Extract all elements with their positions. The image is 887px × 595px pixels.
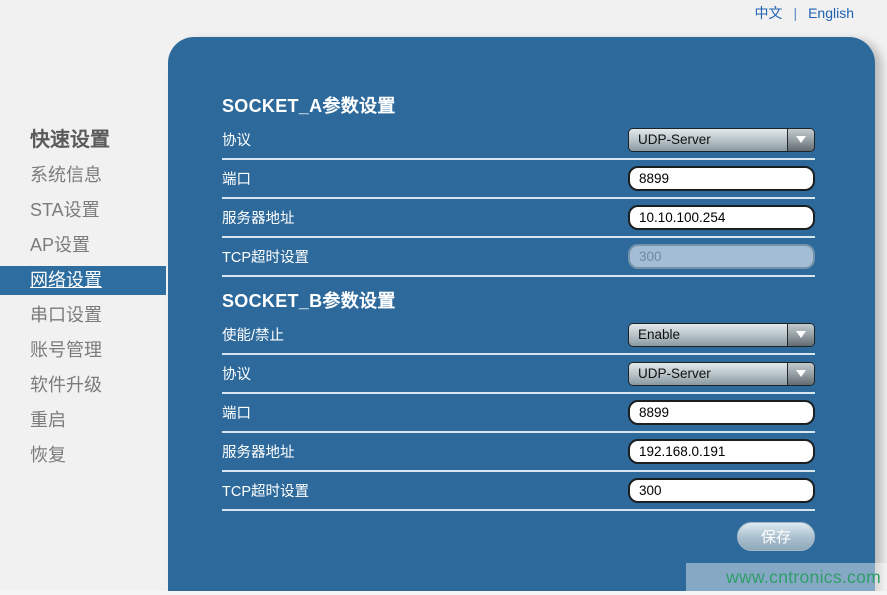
- sidebar-item-label: 恢复: [30, 445, 66, 465]
- sidebar-item[interactable]: AP设置: [0, 228, 166, 263]
- sidebar-item[interactable]: 恢复: [0, 438, 166, 473]
- sidebar-item-label: 快速设置: [30, 129, 110, 151]
- sidebar-item-label: STA设置: [30, 200, 100, 220]
- sidebar-item-label: 账号管理: [30, 340, 102, 360]
- socket-b-section: SOCKET_B参数设置 使能/禁止 Enable 协议: [222, 286, 815, 511]
- field-label: 端口: [222, 168, 628, 189]
- form-row: TCP超时设置 300: [222, 472, 815, 511]
- field-label: 协议: [222, 363, 628, 384]
- language-switcher: 中文 | English: [754, 3, 854, 23]
- form-row: 使能/禁止 Enable: [222, 316, 815, 355]
- triangle-glyph: [796, 136, 806, 143]
- dropdown[interactable]: Enable: [628, 323, 815, 347]
- text-input[interactable]: [628, 439, 815, 464]
- socket-b-title: SOCKET_B参数设置: [222, 286, 815, 316]
- sidebar-nav: 快速设置 系统信息 STA设置 AP设置 网络设置 串口设置 账号管理 软件升级…: [0, 123, 166, 473]
- dropdown[interactable]: UDP-Server: [628, 362, 815, 386]
- sidebar-item-label: 串口设置: [30, 305, 102, 325]
- field-label: TCP超时设置: [222, 480, 628, 501]
- sidebar-item[interactable]: 快速设置: [0, 123, 166, 158]
- save-row: 保存: [222, 511, 815, 551]
- form-row: TCP超时设置 300: [222, 238, 815, 277]
- settings-panel: SOCKET_A参数设置 协议 UDP-Server 端口: [168, 37, 875, 595]
- field-label: TCP超时设置: [222, 246, 628, 267]
- form-row: 端口 8899: [222, 160, 815, 199]
- text-input[interactable]: [628, 400, 815, 425]
- dropdown-selected-value: UDP-Server: [629, 129, 787, 151]
- form-row: 服务器地址 10.10.100.254: [222, 199, 815, 238]
- sidebar-item[interactable]: 软件升级: [0, 368, 166, 403]
- sidebar-item-label: 系统信息: [30, 165, 102, 185]
- sidebar-item-label: 重启: [30, 410, 66, 430]
- dropdown[interactable]: UDP-Server: [628, 128, 815, 152]
- dropdown-selected-value: UDP-Server: [629, 363, 787, 385]
- form-row: 端口 8899: [222, 394, 815, 433]
- lang-english-link[interactable]: English: [808, 5, 854, 21]
- text-input: [628, 244, 815, 269]
- sidebar-item[interactable]: 串口设置: [0, 298, 166, 333]
- form-row: 协议 UDP-Server: [222, 355, 815, 394]
- text-input[interactable]: [628, 166, 815, 191]
- sidebar-item-label: 网络设置: [30, 270, 102, 290]
- lang-chinese-link[interactable]: 中文: [754, 3, 782, 23]
- triangle-glyph: [796, 331, 806, 338]
- sidebar-item[interactable]: STA设置: [0, 193, 166, 228]
- field-label: 协议: [222, 129, 628, 150]
- panel-content: SOCKET_A参数设置 协议 UDP-Server 端口: [168, 37, 875, 551]
- sidebar-item-label: AP设置: [30, 235, 90, 255]
- socket-a-rows: 协议 UDP-Server 端口 8899: [222, 121, 815, 277]
- save-button[interactable]: 保存: [737, 522, 815, 551]
- sidebar-item-label: 软件升级: [30, 375, 102, 395]
- dropdown-selected-value: Enable: [629, 324, 787, 346]
- form-row: 协议 UDP-Server: [222, 121, 815, 160]
- chevron-down-icon[interactable]: [787, 129, 814, 151]
- text-input[interactable]: [628, 478, 815, 503]
- field-label: 端口: [222, 402, 628, 423]
- triangle-glyph: [796, 370, 806, 377]
- socket-a-title: SOCKET_A参数设置: [222, 91, 815, 121]
- socket-b-rows: 使能/禁止 Enable 协议 UDP-Server: [222, 316, 815, 511]
- field-label: 服务器地址: [222, 441, 628, 462]
- watermark-bar: www.cntronics.com: [686, 563, 887, 591]
- text-input[interactable]: [628, 205, 815, 230]
- sidebar-item[interactable]: 账号管理: [0, 333, 166, 368]
- form-row: 服务器地址 192.168.0.191: [222, 433, 815, 472]
- lang-separator: |: [793, 5, 797, 21]
- watermark-text: www.cntronics.com: [726, 567, 881, 588]
- sidebar-item[interactable]: 网络设置: [0, 266, 166, 295]
- sidebar-item[interactable]: 系统信息: [0, 158, 166, 193]
- bottom-strip: [0, 591, 887, 595]
- sidebar-item[interactable]: 重启: [0, 403, 166, 438]
- socket-a-section: SOCKET_A参数设置 协议 UDP-Server 端口: [222, 91, 815, 277]
- chevron-down-icon[interactable]: [787, 324, 814, 346]
- field-label: 服务器地址: [222, 207, 628, 228]
- field-label: 使能/禁止: [222, 324, 628, 345]
- chevron-down-icon[interactable]: [787, 363, 814, 385]
